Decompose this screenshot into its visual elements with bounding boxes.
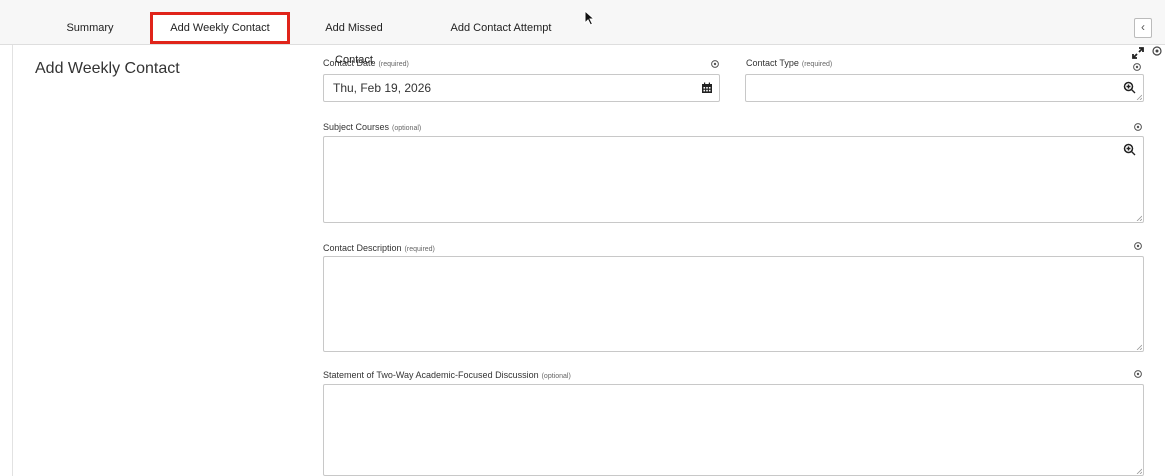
gear-icon[interactable] — [1133, 241, 1143, 251]
subject-courses-field[interactable] — [323, 136, 1144, 223]
resize-handle-icon[interactable] — [1136, 215, 1142, 221]
contact-date-hint: (required) — [378, 61, 409, 68]
expand-arrows-icon[interactable] — [1131, 46, 1145, 60]
contact-description-label-text: Contact Description — [323, 243, 402, 253]
contact-description-hint: (required) — [404, 246, 435, 253]
contact-date-label: Contact Date (required) — [323, 58, 409, 68]
contact-type-label-text: Contact Type — [746, 58, 799, 68]
gear-icon[interactable] — [1133, 369, 1143, 379]
collapse-panel-button[interactable]: ‹ — [1134, 18, 1152, 38]
resize-handle-icon[interactable] — [1136, 344, 1142, 350]
subject-courses-label-text: Subject Courses — [323, 122, 390, 132]
gear-icon[interactable] — [1151, 45, 1163, 57]
zoom-in-icon[interactable] — [1123, 143, 1136, 156]
tab-bar: Summary Add Weekly Contact Add Missed Co… — [0, 0, 1165, 66]
contact-description-label: Contact Description (required) — [323, 243, 435, 253]
gear-icon[interactable] — [1132, 62, 1142, 72]
statement-label-text: Statement of Two-Way Academic-Focused Di… — [323, 370, 539, 380]
contact-description-field[interactable] — [323, 256, 1144, 352]
subject-courses-hint: (optional) — [392, 125, 422, 132]
tab-summary[interactable]: Summary — [40, 12, 140, 44]
resize-handle-icon[interactable] — [1136, 94, 1142, 100]
page-title: Add Weekly Contact — [35, 60, 180, 77]
statement-field[interactable] — [323, 384, 1144, 476]
subject-courses-label: Subject Courses (optional) — [323, 122, 421, 132]
resize-handle-icon[interactable] — [1136, 468, 1142, 474]
contact-type-hint: (required) — [801, 61, 833, 68]
mouse-cursor-icon — [584, 10, 596, 26]
statement-label: Statement of Two-Way Academic-Focused Di… — [323, 370, 571, 380]
gear-icon[interactable] — [1133, 122, 1143, 132]
zoom-in-icon[interactable] — [1123, 81, 1136, 94]
statement-hint: (optional) — [541, 373, 571, 380]
tab-add-weekly-contact[interactable]: Add Weekly Contact — [150, 12, 290, 44]
calendar-icon[interactable] — [701, 82, 713, 94]
chevron-left-icon: ‹ — [1141, 20, 1145, 34]
left-rail-divider — [12, 45, 13, 476]
contact-type-label: Contact Type (required) — [746, 58, 832, 68]
gear-icon[interactable] — [710, 59, 720, 69]
contact-date-value: Thu, Feb 19, 2026 — [333, 81, 432, 95]
contact-date-label-text: Contact Date — [323, 58, 376, 68]
tab-add-contact-attempt[interactable]: Add Contact Attempt — [442, 12, 560, 44]
tab-add-missed-contact[interactable]: Add Missed Contact — [306, 12, 402, 66]
contact-date-field[interactable]: Thu, Feb 19, 2026 — [323, 74, 720, 102]
contact-type-field[interactable] — [745, 74, 1144, 102]
